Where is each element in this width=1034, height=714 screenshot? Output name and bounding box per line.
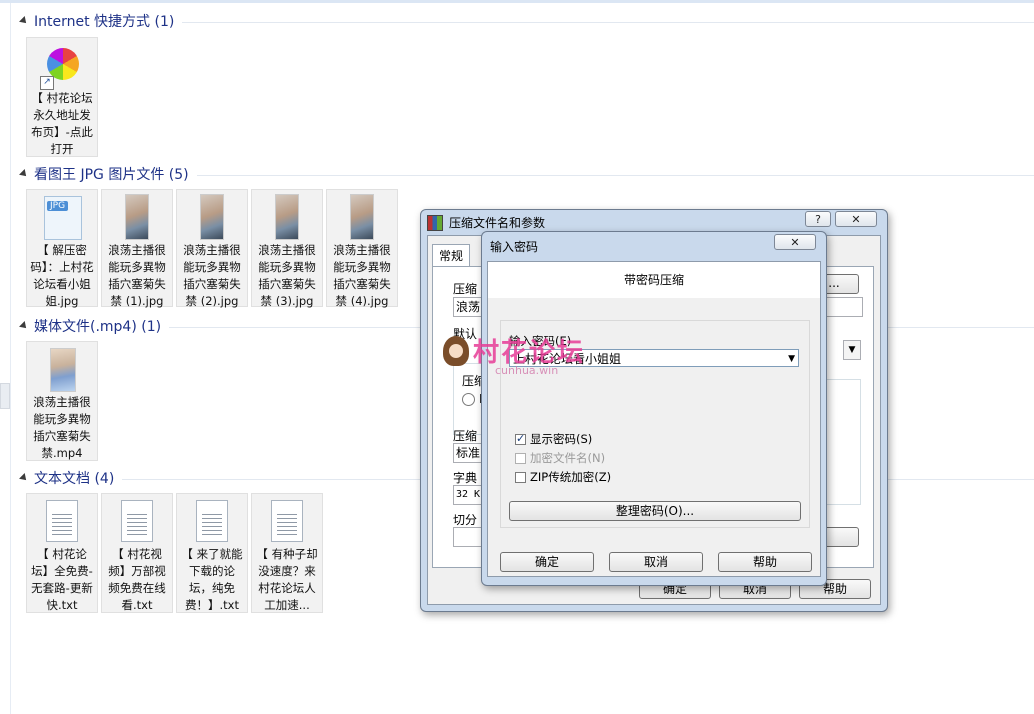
chevron-down-icon[interactable]: ▼ [843, 340, 861, 360]
archive-name-label: 压缩 [453, 282, 478, 296]
file-item[interactable]: ↗ 【 村花论坛永久地址发布页】-点此打开 [26, 37, 98, 157]
checkbox-unchecked-icon [515, 452, 526, 464]
split-volumes-label: 切分 [453, 513, 478, 527]
tab-general[interactable]: 常规 [432, 244, 470, 267]
group-title: 媒体文件(.mp4) (1) [34, 319, 162, 335]
file-name: 【 村花视频】万部视频免费在线看.txt [108, 547, 166, 612]
collapse-triangle-icon[interactable] [19, 321, 29, 331]
file-name: 浪荡主播很能玩多異物插穴塞菊失禁 (1).jpg [108, 243, 166, 308]
file-name: 【 村花论坛永久地址发布页】-点此打开 [31, 91, 93, 156]
collapse-triangle-icon[interactable] [19, 473, 29, 483]
file-name: 浪荡主播很能玩多異物插穴塞菊失禁.mp4 [33, 395, 91, 460]
dialog-heading: 带密码压缩 [488, 262, 820, 298]
file-item[interactable]: 【 来了就能下载的论坛，纯免费！】.txt [176, 493, 248, 613]
collapse-triangle-icon[interactable] [19, 169, 29, 179]
password-dialog[interactable]: 输入密码 ✕ 带密码压缩 输入密码(E) 上村花论坛看小姐姐 ▼ 显示密码(S)… [481, 231, 827, 586]
close-title-button[interactable]: ✕ [774, 234, 816, 250]
file-item[interactable]: 浪荡主播很能玩多異物插穴塞菊失禁 (2).jpg [176, 189, 248, 308]
dialog-client-area: 带密码压缩 输入密码(E) 上村花论坛看小姐姐 ▼ 显示密码(S) 加密文件名(… [487, 261, 821, 577]
group-header-jpg-files[interactable]: 看图王 JPG 图片文件 (5) [19, 164, 1034, 184]
password-groupbox: 输入密码(E) 上村花论坛看小姐姐 ▼ 显示密码(S) 加密文件名(N) ZIP… [500, 320, 810, 528]
show-password-checkbox[interactable]: 显示密码(S) [515, 431, 592, 447]
window-top-border [0, 0, 1034, 3]
image-thumbnail [188, 194, 236, 242]
checkbox-checked-icon [515, 432, 526, 445]
group-title: 文本文档 (4) [34, 471, 115, 487]
collapse-triangle-icon[interactable] [19, 16, 29, 26]
help-title-button[interactable]: ? [805, 211, 831, 227]
text-file-icon [113, 498, 161, 546]
file-name: 【 来了就能下载的论坛，纯免费！】.txt [181, 547, 243, 612]
shortcut-arrow-icon: ↗ [40, 76, 54, 90]
checkbox-label: 显示密码(S) [530, 432, 593, 446]
image-thumbnail [113, 194, 161, 242]
file-item[interactable]: 浪荡主播很能玩多異物插穴塞菊失禁 (4).jpg [326, 189, 398, 308]
radio-circle-icon [462, 392, 475, 406]
password-input[interactable]: 上村花论坛看小姐姐 ▼ [509, 349, 799, 367]
chevron-down-icon[interactable]: ▼ [788, 350, 795, 368]
group-header-internet-shortcuts[interactable]: Internet 快捷方式 (1) [19, 11, 1034, 31]
file-name: 浪荡主播很能玩多異物插穴塞菊失禁 (4).jpg [333, 243, 391, 308]
file-name: 【 解压密码】：上村花论坛看小姐姐.jpg [30, 243, 94, 308]
group-title: Internet 快捷方式 (1) [34, 14, 175, 30]
file-item[interactable]: 【 村花视频】万部视频免费在线看.txt [101, 493, 173, 613]
dialog-titlebar[interactable]: 输入密码 [490, 238, 538, 255]
checkbox-label: ZIP传统加密(Z) [530, 470, 612, 484]
file-item[interactable]: 【 有种子却没速度？来村花论坛人工加速... [251, 493, 323, 613]
jpg-file-icon: JPG [38, 194, 86, 242]
winrar-icon [427, 214, 443, 231]
dialog-titlebar[interactable]: 压缩文件名和参数 [427, 214, 545, 231]
dialog-title: 输入密码 [490, 240, 539, 254]
file-item[interactable]: JPG 【 解压密码】：上村花论坛看小姐姐.jpg [26, 189, 98, 308]
splitter-handle[interactable] [0, 383, 10, 409]
dictionary-label: 字典 [453, 471, 478, 485]
file-item[interactable]: 浪荡主播很能玩多異物插穴塞菊失禁.mp4 [26, 341, 98, 461]
file-item[interactable]: 浪荡主播很能玩多異物插穴塞菊失禁 (3).jpg [251, 189, 323, 308]
password-value: 上村花论坛看小姐姐 [513, 352, 622, 366]
group-title: 看图王 JPG 图片文件 (5) [34, 167, 189, 183]
file-name: 浪荡主播很能玩多異物插穴塞菊失禁 (3).jpg [258, 243, 316, 308]
text-file-icon [188, 498, 236, 546]
file-name: 【 有种子却没速度？来村花论坛人工加速... [256, 547, 318, 612]
default-profile-label: 默认 [453, 327, 478, 341]
close-title-button[interactable]: ✕ [835, 211, 877, 227]
file-name: 【 村花论坛】全免费-无套路-更新快.txt [31, 547, 93, 612]
group-divider [196, 174, 1034, 176]
file-name: 浪荡主播很能玩多異物插穴塞菊失禁 (2).jpg [183, 243, 241, 308]
method-label: 压缩 [453, 429, 478, 443]
file-item[interactable]: 浪荡主播很能玩多異物插穴塞菊失禁 (1).jpg [101, 189, 173, 308]
encrypt-filenames-checkbox[interactable]: 加密文件名(N) [515, 450, 605, 466]
organize-passwords-button[interactable]: 整理密码(O)... [509, 501, 801, 521]
jpg-badge: JPG [47, 201, 69, 211]
password-label: 输入密码(E) [509, 334, 572, 348]
zip-legacy-encryption-checkbox[interactable]: ZIP传统加密(Z) [515, 469, 611, 485]
navigation-pane-edge [0, 3, 11, 714]
video-thumbnail [38, 346, 86, 394]
file-item[interactable]: 【 村花论坛】全免费-无套路-更新快.txt [26, 493, 98, 613]
image-thumbnail [263, 194, 311, 242]
help-button[interactable]: 帮助 [718, 552, 812, 572]
dialog-title: 压缩文件名和参数 [449, 216, 546, 230]
cancel-button[interactable]: 取消 [609, 552, 703, 572]
text-file-icon [38, 498, 86, 546]
checkbox-label: 加密文件名(N) [530, 451, 606, 465]
text-file-icon [263, 498, 311, 546]
ok-button[interactable]: 确定 [500, 552, 594, 572]
image-thumbnail [338, 194, 386, 242]
group-divider [182, 21, 1034, 23]
internet-shortcut-icon: ↗ [38, 42, 86, 90]
checkbox-unchecked-icon [515, 471, 526, 483]
